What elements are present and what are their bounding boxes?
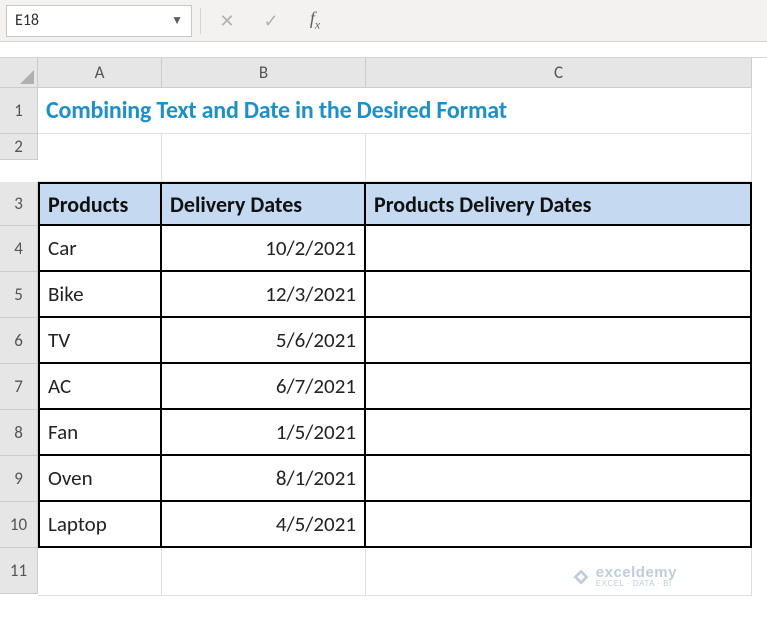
col-head-A[interactable]: A <box>38 58 162 88</box>
cell-A7[interactable]: AC <box>38 364 162 410</box>
cell-B8[interactable]: 1/5/2021 <box>162 410 366 456</box>
cell-B6[interactable]: 5/6/2021 <box>162 318 366 364</box>
cell-C8[interactable] <box>366 410 752 456</box>
row-head-3[interactable]: 3 <box>0 182 38 226</box>
select-all-corner[interactable] <box>0 58 38 88</box>
name-box[interactable]: E18 ▼ <box>6 5 192 37</box>
check-icon: ✓ <box>263 10 278 32</box>
header-delivery-dates[interactable]: Delivery Dates <box>162 182 366 226</box>
cell-A5[interactable]: Bike <box>38 272 162 318</box>
cell-B11[interactable] <box>162 548 366 596</box>
title-cell[interactable]: Combining Text and Date in the Desired F… <box>38 88 752 134</box>
cell-C4[interactable] <box>366 226 752 272</box>
header-combined[interactable]: Products Delivery Dates <box>366 182 752 226</box>
cell-C5[interactable] <box>366 272 752 318</box>
x-icon: ✕ <box>219 10 234 32</box>
cell-B2[interactable] <box>162 134 366 182</box>
cell-A8[interactable]: Fan <box>38 410 162 456</box>
cell-B7[interactable]: 6/7/2021 <box>162 364 366 410</box>
formula-input[interactable] <box>341 5 761 37</box>
watermark-text: exceldemy EXCEL · DATA · BI <box>596 565 677 588</box>
watermark-logo-icon <box>572 568 590 586</box>
chevron-down-icon[interactable]: ▼ <box>171 13 183 28</box>
cell-B10[interactable]: 4/5/2021 <box>162 502 366 548</box>
name-box-value: E18 <box>15 11 39 30</box>
cell-A10[interactable]: Laptop <box>38 502 162 548</box>
separator <box>200 8 201 34</box>
cell-A9[interactable]: Oven <box>38 456 162 502</box>
enter-button[interactable]: ✓ <box>253 5 289 37</box>
cancel-button[interactable]: ✕ <box>209 5 245 37</box>
cell-C11[interactable] <box>366 548 752 596</box>
header-products[interactable]: Products <box>38 182 162 226</box>
formula-bar-row: E18 ▼ ✕ ✓ fx <box>0 0 767 42</box>
row-head-1[interactable]: 1 <box>0 88 38 134</box>
cell-B5[interactable]: 12/3/2021 <box>162 272 366 318</box>
cell-A4[interactable]: Car <box>38 226 162 272</box>
spacer <box>0 42 767 58</box>
cell-C9[interactable] <box>366 456 752 502</box>
row-head-6[interactable]: 6 <box>0 318 38 364</box>
cell-A6[interactable]: TV <box>38 318 162 364</box>
row-head-2[interactable]: 2 <box>0 134 38 160</box>
row-head-9[interactable]: 9 <box>0 456 38 502</box>
cell-C7[interactable] <box>366 364 752 410</box>
row-head-10[interactable]: 10 <box>0 502 38 548</box>
watermark: exceldemy EXCEL · DATA · BI <box>572 565 677 588</box>
cell-A2[interactable] <box>38 134 162 182</box>
row-head-7[interactable]: 7 <box>0 364 38 410</box>
row-head-5[interactable]: 5 <box>0 272 38 318</box>
cell-C10[interactable] <box>366 502 752 548</box>
cell-B4[interactable]: 10/2/2021 <box>162 226 366 272</box>
spreadsheet-grid[interactable]: A B C 1 Combining Text and Date in the D… <box>0 58 767 596</box>
row-head-8[interactable]: 8 <box>0 410 38 456</box>
row-head-4[interactable]: 4 <box>0 226 38 272</box>
col-head-B[interactable]: B <box>162 58 366 88</box>
cell-C2[interactable] <box>366 134 752 182</box>
fx-icon: fx <box>310 8 320 33</box>
insert-function-button[interactable]: fx <box>297 5 333 37</box>
col-head-C[interactable]: C <box>366 58 752 88</box>
cell-A11[interactable] <box>38 548 162 596</box>
cell-C6[interactable] <box>366 318 752 364</box>
row-head-11[interactable]: 11 <box>0 548 38 594</box>
cell-B9[interactable]: 8/1/2021 <box>162 456 366 502</box>
